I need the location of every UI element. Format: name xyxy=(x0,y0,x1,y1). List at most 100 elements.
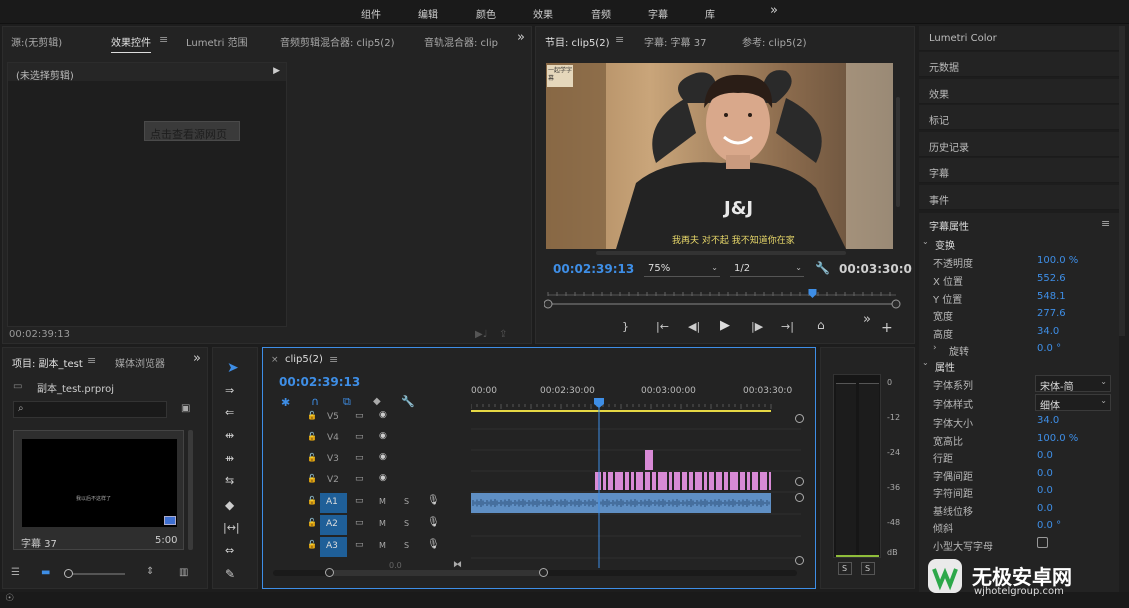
panel-markers[interactable]: 标记 xyxy=(919,105,1119,130)
mute-button[interactable]: M xyxy=(379,541,386,550)
lift-icon[interactable]: ⌂ xyxy=(817,318,825,332)
track-scroll-handle[interactable] xyxy=(795,556,804,565)
timeline-tab-menu-icon[interactable]: ≡ xyxy=(329,353,338,366)
scroll-handle-right[interactable] xyxy=(539,568,548,577)
timeline-tracks-area[interactable] xyxy=(471,398,811,578)
kerning-value[interactable]: 0.0 xyxy=(1037,468,1053,479)
track-select-tool-icon[interactable]: ⇒ xyxy=(225,384,234,397)
solo-button[interactable]: S xyxy=(404,519,409,528)
slider-handle[interactable] xyxy=(64,569,73,578)
tab-overflow-icon[interactable]: » xyxy=(517,30,525,45)
menu-components[interactable]: 组件 xyxy=(361,6,381,21)
timeline-timecode[interactable]: 00:02:39:13 xyxy=(279,375,360,389)
project-tab-menu-icon[interactable]: ≡ xyxy=(87,354,96,367)
tab-audio-track-mixer[interactable]: 音轨混合器: clip xyxy=(424,34,498,49)
attributes-section[interactable]: 属性 xyxy=(935,359,955,374)
baseline-value[interactable]: 0.0 xyxy=(1037,503,1053,514)
solo-button[interactable]: S xyxy=(404,541,409,550)
list-view-icon[interactable]: ☰ xyxy=(11,567,20,578)
overflow-icon[interactable]: » xyxy=(863,312,871,327)
timeline-nav-icon[interactable]: ⧓ xyxy=(453,560,462,570)
panel-events[interactable]: 事件 xyxy=(919,185,1119,210)
panel-effects[interactable]: 效果 xyxy=(919,79,1119,104)
toggle-sync-icon[interactable]: ▭ xyxy=(355,540,364,550)
lock-icon[interactable]: 🔓 xyxy=(307,453,317,462)
lock-icon[interactable]: 🔓 xyxy=(307,432,317,441)
mute-button[interactable]: M xyxy=(379,519,386,528)
razor-tool-icon[interactable]: ◆ xyxy=(225,498,234,512)
lock-icon[interactable]: 🔓 xyxy=(307,411,317,420)
y-position-value[interactable]: 548.1 xyxy=(1037,291,1066,302)
project-overflow-icon[interactable]: » xyxy=(193,351,201,366)
lock-icon[interactable]: 🔓 xyxy=(307,540,317,549)
project-item-thumbnail[interactable]: 我以后不这样了 字幕 37 5:00 xyxy=(13,430,184,550)
add-button-icon[interactable]: + xyxy=(881,320,893,336)
slide-tool-icon[interactable]: |↔| xyxy=(223,521,240,534)
menu-color[interactable]: 颜色 xyxy=(476,6,496,21)
resolution-select[interactable]: 1/2 ⌄ xyxy=(730,261,804,277)
project-scrollbar[interactable] xyxy=(188,430,193,550)
tab-program[interactable]: 节目: clip5(2) xyxy=(545,34,609,49)
program-timecode[interactable]: 00:02:39:13 xyxy=(553,262,634,276)
video-frame[interactable]: J&J 一起学字幕 我再夫 对不起 我不知道你在家 xyxy=(546,63,893,249)
track-a2-label[interactable]: A2 xyxy=(320,515,347,535)
menu-library[interactable]: 库 xyxy=(705,6,715,21)
timeline-settings-icon[interactable]: 🔧 xyxy=(401,395,415,408)
eye-icon[interactable]: ◉ xyxy=(379,431,387,441)
track-v3-label[interactable]: V3 xyxy=(327,454,339,464)
program-mini-ruler[interactable] xyxy=(544,285,904,311)
mic-icon[interactable]: 🎙 xyxy=(427,539,440,550)
tab-menu-icon[interactable]: ≡ xyxy=(159,33,168,46)
rotation-value[interactable]: 0.0 ° xyxy=(1037,343,1061,354)
thumbnail-size-slider[interactable] xyxy=(64,569,125,578)
new-bin-icon[interactable]: ▣ xyxy=(181,403,190,414)
tab-caption[interactable]: 字幕: 字幕 37 xyxy=(644,34,706,49)
eye-icon[interactable]: ◉ xyxy=(379,473,387,483)
panel-captions[interactable]: 字幕 xyxy=(919,158,1119,183)
toggle-sync-icon[interactable]: ▭ xyxy=(355,411,364,421)
scroll-thumb[interactable] xyxy=(329,570,547,576)
project-search-input[interactable]: ⌕ xyxy=(13,401,167,418)
share-icon[interactable]: ⇪ xyxy=(499,329,507,340)
solo-right-button[interactable]: S xyxy=(861,562,875,575)
tab-media-browser[interactable]: 媒体浏览器 xyxy=(115,355,165,370)
right-panel-scrollbar[interactable] xyxy=(1119,26,1125,336)
track-v4-label[interactable]: V4 xyxy=(327,433,339,443)
step-back-icon[interactable]: ◀| xyxy=(688,320,700,333)
chevron-down-icon[interactable]: ⌄ xyxy=(922,237,929,246)
track-a1-label[interactable]: A1 xyxy=(320,493,347,513)
track-v2-label[interactable]: V2 xyxy=(327,475,339,485)
view-source-button[interactable]: 点击查看源网页 xyxy=(144,121,240,141)
status-icon[interactable]: ☉ xyxy=(5,593,14,604)
slip-tool-icon[interactable]: ⇆ xyxy=(225,474,234,487)
mic-icon[interactable]: 🎙 xyxy=(427,495,440,506)
font-size-value[interactable]: 34.0 xyxy=(1037,415,1059,426)
linked-selection-icon[interactable]: ⧉ xyxy=(343,395,351,409)
caption-props-menu-icon[interactable]: ≡ xyxy=(1101,217,1110,230)
tab-lumetri-scopes[interactable]: Lumetri 范围 xyxy=(186,34,248,49)
timeline-horizontal-scrollbar[interactable] xyxy=(273,568,797,577)
tab-source[interactable]: 源:(无剪辑) xyxy=(11,34,62,49)
chevron-right-icon[interactable]: › xyxy=(933,343,937,353)
x-position-value[interactable]: 552.6 xyxy=(1037,273,1066,284)
menu-more[interactable]: » xyxy=(770,3,778,18)
small-caps-checkbox[interactable] xyxy=(1037,537,1048,548)
pen-tool-icon[interactable]: ✎ xyxy=(225,567,235,581)
export-frame-icon[interactable]: ▶♩ xyxy=(475,329,487,340)
track-scroll-handle[interactable] xyxy=(795,493,804,502)
slant-value[interactable]: 0.0 ° xyxy=(1037,520,1061,531)
timeline-tab[interactable]: clip5(2) xyxy=(285,354,323,365)
track-a3-label[interactable]: A3 xyxy=(320,537,347,557)
mute-button[interactable]: M xyxy=(379,497,386,506)
aspect-value[interactable]: 100.0 % xyxy=(1037,433,1078,444)
solo-left-button[interactable]: S xyxy=(838,562,852,575)
eye-icon[interactable]: ◉ xyxy=(379,452,387,462)
toggle-sync-icon[interactable]: ▭ xyxy=(355,496,364,506)
sort-icon[interactable]: ⇕ xyxy=(146,566,154,577)
expand-arrow-icon[interactable]: ▶ xyxy=(273,66,280,76)
chevron-down-icon[interactable]: ⌄ xyxy=(922,358,929,367)
track-scroll-handle[interactable] xyxy=(795,414,804,423)
menu-edit[interactable]: 编辑 xyxy=(418,6,438,21)
go-to-in-icon[interactable]: |← xyxy=(656,320,669,333)
lock-icon[interactable]: 🔓 xyxy=(307,474,317,483)
